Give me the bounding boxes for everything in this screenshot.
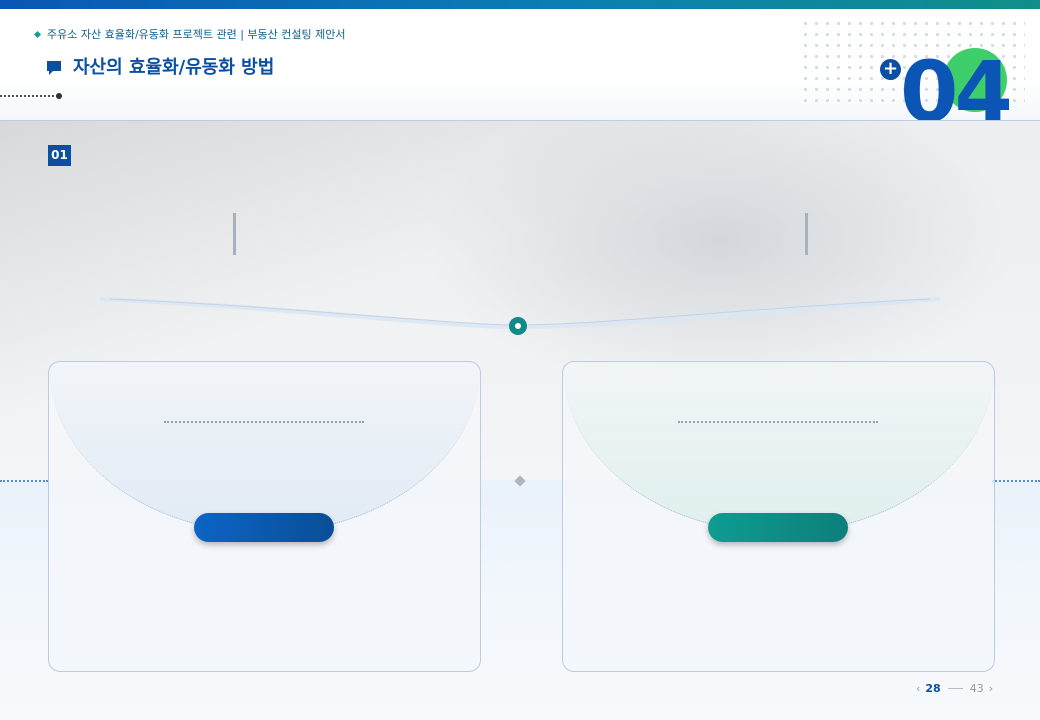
pagination: ‹ 28 43 ›: [916, 682, 993, 695]
card-tag-pill: [194, 513, 334, 542]
leader-dot: [56, 93, 62, 99]
quote-bar-right: [805, 213, 808, 255]
current-page: 28: [925, 682, 941, 695]
side-dotted-line-left: [0, 480, 48, 482]
card-dotted-divider: [164, 421, 364, 423]
section-number: 04: [900, 44, 1009, 120]
center-dot-icon: [509, 317, 527, 335]
top-accent-bar: [0, 0, 1040, 9]
quote-bar-left: [233, 213, 236, 255]
chevron-left-icon[interactable]: ‹: [916, 682, 920, 695]
method-card-right: [562, 361, 995, 672]
section-title-text: 자산의 효율화/유동화 방법: [73, 57, 275, 78]
breadcrumb-text: 주유소 자산 효율화/유동화 프로젝트 관련 | 부동산 컨설팅 제안서: [47, 28, 346, 41]
card-dotted-divider: [678, 421, 878, 423]
method-card-left: [48, 361, 481, 672]
chevron-right-icon[interactable]: ›: [989, 682, 993, 695]
wave-decoration: [100, 297, 940, 329]
speech-bubble-icon: [47, 61, 61, 75]
card-dome: [49, 362, 480, 533]
total-pages: 43: [969, 682, 984, 695]
breadcrumb: 주유소 자산 효율화/유동화 프로젝트 관련 | 부동산 컨설팅 제안서: [33, 26, 346, 42]
item-number-badge: 01: [48, 145, 71, 166]
dotted-leader: [0, 95, 58, 97]
plus-icon: +: [880, 59, 901, 80]
card-dome: [563, 362, 994, 533]
subtitle-row: [0, 93, 74, 99]
section-title: 자산의 효율화/유동화 방법: [47, 53, 274, 79]
pagination-separator: [947, 688, 963, 689]
diamond-bullet-icon: [33, 30, 42, 38]
side-dotted-line-right: [992, 480, 1040, 482]
card-tag-pill: [708, 513, 848, 542]
